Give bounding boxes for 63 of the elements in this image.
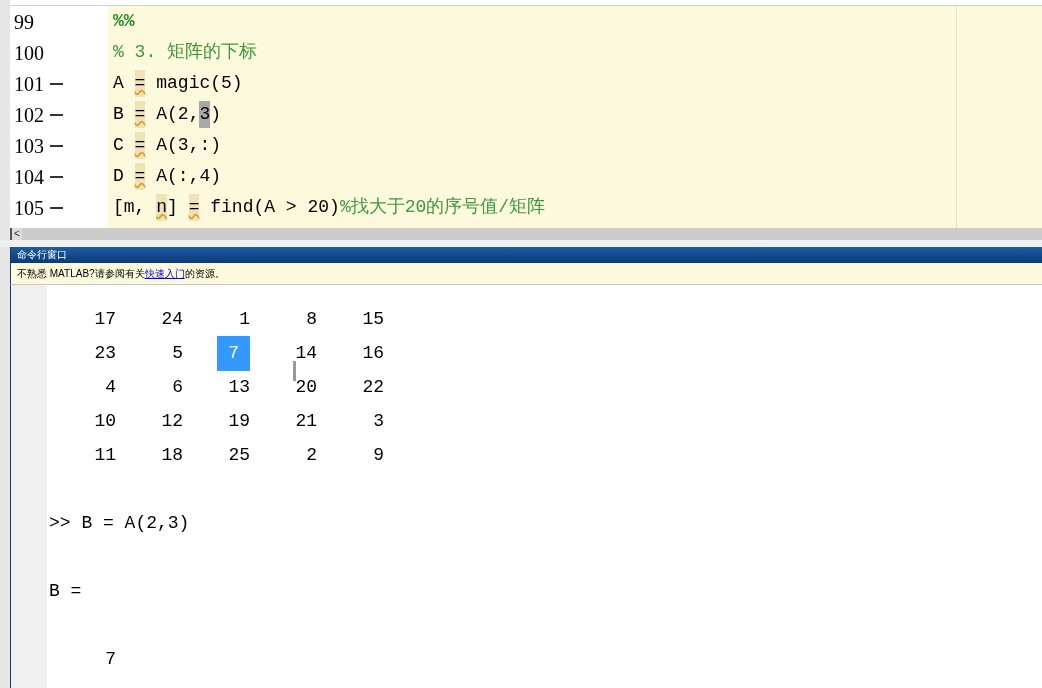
code-text: = <box>134 101 146 128</box>
matrix-value: 3 <box>373 409 384 433</box>
line-number: 101 <box>13 71 45 97</box>
matrix-value: 24 <box>161 307 183 331</box>
matrix-value: 20 <box>295 375 317 399</box>
line-number: 100 <box>13 40 45 66</box>
matrix-value: 5 <box>172 341 183 365</box>
matrix-value: 10 <box>94 409 116 433</box>
matrix-value: 8 <box>306 307 317 331</box>
code-text: B <box>113 103 125 126</box>
code-text: = <box>134 70 146 97</box>
line-number: 102 <box>13 102 45 128</box>
code-text: magic(5) <box>155 72 243 95</box>
matrix-value: 1 <box>239 307 250 331</box>
text-cursor-icon <box>293 361 296 381</box>
code-comment: %找大于20的序号值/矩阵 <box>339 196 546 219</box>
matrix-value: 23 <box>94 341 116 365</box>
code-text: A <box>113 72 125 95</box>
line-number: 105 <box>13 195 45 221</box>
splitter-bar[interactable] <box>0 240 1042 247</box>
line-number: 104 <box>13 164 45 190</box>
code-text: = <box>188 194 200 221</box>
code-text: = <box>134 163 146 190</box>
matrix-value: 9 <box>373 443 384 467</box>
code-text: = <box>134 132 146 159</box>
command-prompt-text: >> B = A(2,3) <box>49 511 190 535</box>
line-number: 103 <box>13 133 45 159</box>
selected-code-text: 3 <box>199 101 211 128</box>
matrix-value: 25 <box>228 443 250 467</box>
matrix-value: 15 <box>362 307 384 331</box>
matrix-value: 14 <box>295 341 317 365</box>
code-text: ] <box>167 196 179 219</box>
output-value: 7 <box>105 647 116 671</box>
line-number: 99 <box>13 9 35 35</box>
output-text: B = <box>49 579 82 603</box>
matrix-value: 22 <box>362 375 384 399</box>
panel-title: 命令行窗口 <box>17 250 67 260</box>
matrix-value: 4 <box>105 375 116 399</box>
code-text: find(A > 20) <box>209 196 340 219</box>
code-text: D <box>113 165 125 188</box>
notice-text: 不熟悉 MATLAB?请参阅有关快速入门的资源。 <box>17 267 225 281</box>
code-text: C <box>113 134 125 157</box>
code-text: [m, <box>113 196 147 219</box>
code-text: A(2, <box>155 103 200 126</box>
code-text: A(3,:) <box>155 134 222 157</box>
code-text: %% <box>113 10 135 33</box>
scroll-left-button[interactable]: < <box>10 228 22 240</box>
matrix-value: 11 <box>94 443 116 467</box>
code-comment: % 3. 矩阵的下标 <box>113 41 257 64</box>
code-text: n <box>156 194 168 221</box>
matrix-value: 12 <box>161 409 183 433</box>
matrix-value: 21 <box>295 409 317 433</box>
matrix-value: 6 <box>172 375 183 399</box>
code-text: ) <box>210 103 222 126</box>
code-text: A(:,4) <box>155 165 222 188</box>
matrix-value: 13 <box>228 375 250 399</box>
matrix-value: 2 <box>306 443 317 467</box>
matrix-value: 17 <box>94 307 116 331</box>
matrix-value: 19 <box>228 409 250 433</box>
quick-start-link[interactable]: 快速入门 <box>144 268 185 279</box>
matrix-value: 16 <box>362 341 384 365</box>
matrix-value: 7 <box>217 335 250 371</box>
matrix-value: 18 <box>161 443 183 467</box>
